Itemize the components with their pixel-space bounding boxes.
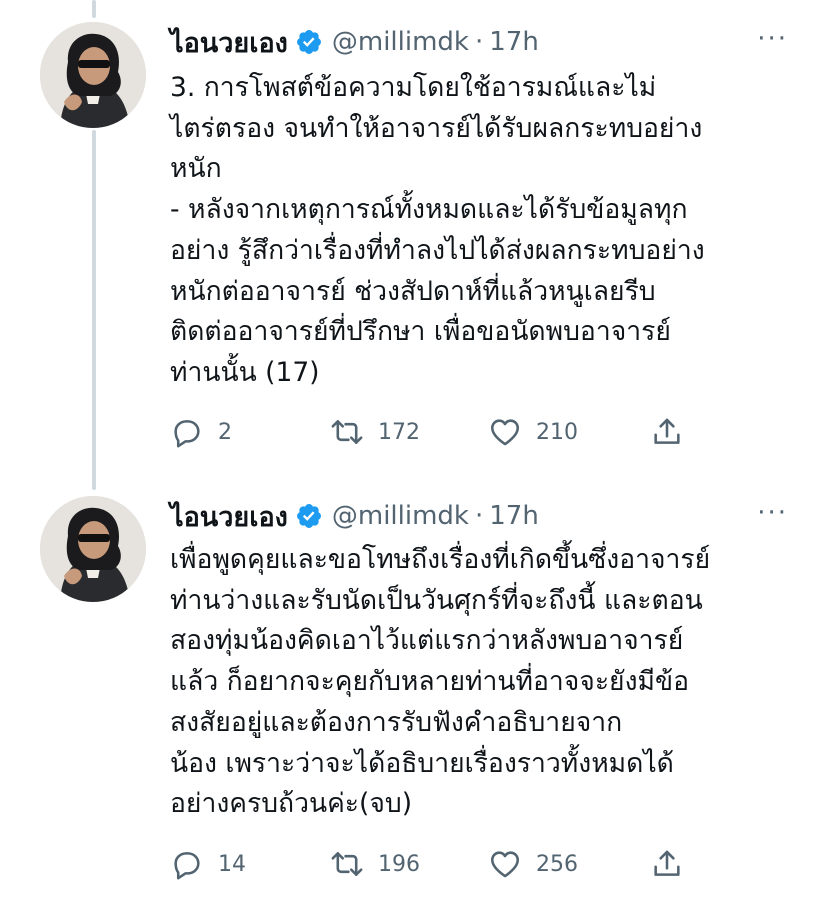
like-count: 210 bbox=[536, 419, 578, 445]
tweet-text-line: เพื่อพูดคุยและขอโทษถึงเรื่องที่เกิดขึ้นซ… bbox=[170, 544, 711, 575]
share-icon bbox=[654, 850, 680, 876]
tweet-header: ไอนวยเอง @millimdk · 17h ··· bbox=[170, 22, 788, 62]
tweet-text-line: 3. การโพสต์ข้อความโดยใช้อารมณ์และไม่ bbox=[170, 72, 657, 103]
tweet-text-line: สงสัยอยู่และต้องการรับฟังคำอธิบายจาก bbox=[170, 706, 623, 738]
tweet-text: เพื่อพูดคุยและขอโทษถึงเรื่องที่เกิดขึ้นซ… bbox=[170, 540, 790, 825]
like-count: 256 bbox=[536, 851, 578, 877]
tweet-text: 3. การโพสต์ข้อความโดยใช้อารมณ์และไม่ ไตร… bbox=[170, 68, 790, 394]
separator-dot: · bbox=[474, 27, 484, 57]
separator-dot: · bbox=[474, 501, 484, 531]
tweet-text-line: อย่าง รู้สึกว่าเรื่องที่ทำลงไปได้ส่งผลกร… bbox=[170, 234, 705, 266]
tweet[interactable]: ไอนวยเอง @millimdk · 17h ··· เพื่อพูดคุย… bbox=[0, 478, 828, 904]
handle[interactable]: @millimdk bbox=[332, 501, 469, 531]
retweet-count: 172 bbox=[378, 419, 420, 445]
tweet-text-line: น้อง เพราะว่าจะได้อธิบายเรื่องราวทั้งหมด… bbox=[170, 747, 674, 779]
like-button[interactable]: 210 bbox=[488, 415, 578, 449]
timestamp[interactable]: 17h bbox=[489, 501, 539, 531]
retweet-count: 196 bbox=[378, 851, 420, 877]
timestamp[interactable]: 17h bbox=[489, 27, 539, 57]
tweet-text-line: แล้ว ก็อยากจะคุยกับหลายท่านที่อาจจะยังมี… bbox=[170, 666, 690, 698]
handle[interactable]: @millimdk bbox=[332, 27, 469, 57]
tweet-text-line: ไตร่ตรอง จนทำให้อาจารย์ได้รับผลกระทบอย่า… bbox=[170, 112, 703, 144]
tweet-text-line: อย่างครบถ้วนค่ะ(จบ) bbox=[170, 788, 413, 820]
share-icon bbox=[654, 418, 680, 444]
display-name[interactable]: ไอนวยเอง bbox=[170, 21, 288, 64]
more-options-icon[interactable]: ··· bbox=[757, 24, 788, 54]
tweet-text-line: สองทุ่มน้องคิดเอาไว้แต่แรกว่าหลังพบอาจาร… bbox=[170, 625, 684, 657]
reply-button[interactable]: 2 bbox=[170, 415, 232, 449]
verified-badge-icon bbox=[296, 504, 321, 528]
reply-count: 14 bbox=[218, 851, 246, 877]
avatar[interactable] bbox=[40, 22, 146, 128]
tweet-text-line: ติดต่ออาจารย์ที่ปรึกษา เพื่อขอนัดพบอาจาร… bbox=[170, 316, 671, 348]
verified-badge-icon bbox=[296, 30, 321, 54]
tweet-text-line: หนักต่ออาจารย์ ช่วงสัปดาห์ที่แล้วหนูเลยร… bbox=[170, 275, 656, 307]
retweet-button[interactable]: 172 bbox=[330, 415, 420, 449]
reply-button[interactable]: 14 bbox=[170, 847, 246, 881]
avatar[interactable] bbox=[40, 496, 146, 602]
tweet-text-line: ท่านนั้น (17) bbox=[170, 356, 320, 388]
retweet-icon bbox=[331, 852, 363, 876]
retweet-button[interactable]: 196 bbox=[330, 847, 420, 881]
tweet-actions: 2 172 210 bbox=[170, 415, 700, 451]
tweet-text-line: - หลังจากเหตุการณ์ทั้งหมดและได้รับข้อมูล… bbox=[170, 194, 688, 226]
share-button[interactable] bbox=[650, 847, 684, 881]
reply-count: 2 bbox=[218, 419, 232, 445]
share-button[interactable] bbox=[650, 415, 684, 449]
reply-icon bbox=[174, 852, 200, 880]
more-options-icon[interactable]: ··· bbox=[757, 498, 788, 528]
heart-icon bbox=[490, 419, 520, 446]
avatar-image bbox=[40, 22, 146, 128]
reply-icon bbox=[174, 420, 200, 448]
retweet-icon bbox=[331, 420, 363, 444]
tweet[interactable]: ไอนวยเอง @millimdk · 17h ··· 3. การโพสต์… bbox=[0, 0, 828, 470]
tweet-text-line: หนัก bbox=[170, 153, 222, 185]
display-name[interactable]: ไอนวยเอง bbox=[170, 495, 288, 538]
tweet-text-line: ท่านว่างและรับนัดเป็นวันศุกร์ที่จะถึงนี้… bbox=[170, 584, 703, 616]
avatar-image bbox=[40, 496, 146, 602]
tweet-header: ไอนวยเอง @millimdk · 17h ··· bbox=[170, 496, 788, 536]
tweet-actions: 14 196 256 bbox=[170, 847, 700, 883]
heart-icon bbox=[490, 851, 520, 878]
like-button[interactable]: 256 bbox=[488, 847, 578, 881]
